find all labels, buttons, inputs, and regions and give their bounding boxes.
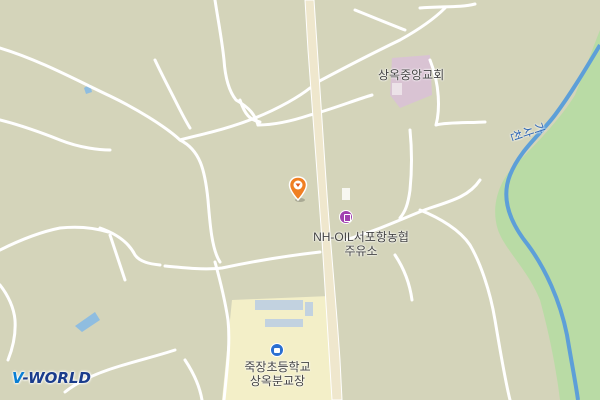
- school-building-2: [265, 319, 303, 327]
- school-label-line2: 상옥분교장: [249, 374, 306, 388]
- church-building: [392, 83, 402, 95]
- logo-v: V: [12, 369, 23, 387]
- gas-station-label-line1: NH-OIL서포항농협: [313, 230, 409, 244]
- vworld-logo: V-WORLD: [12, 369, 91, 387]
- school-building-1: [255, 300, 303, 310]
- school-icon[interactable]: [270, 343, 284, 357]
- gas-station-icon[interactable]: [339, 210, 353, 224]
- school-label[interactable]: 죽장초등학교 상옥분교장: [220, 360, 335, 388]
- pond: [75, 312, 100, 332]
- school-building-3: [305, 302, 313, 316]
- gas-station-label[interactable]: NH-OIL서포항농협 주유소: [296, 230, 426, 258]
- gas-station-label-line2: 주유소: [344, 244, 378, 258]
- school-label-line1: 죽장초등학교: [244, 360, 311, 374]
- logo-rest: -WORLD: [22, 369, 91, 387]
- location-pin-icon[interactable]: [288, 176, 308, 202]
- map-view[interactable]: 상옥중앙교회 NH-OIL서포항농협 주유소 죽장초등학교 상옥분교장 가사천 …: [0, 0, 600, 400]
- parking-mark: [342, 188, 350, 200]
- church-label[interactable]: 상옥중앙교회: [378, 68, 444, 82]
